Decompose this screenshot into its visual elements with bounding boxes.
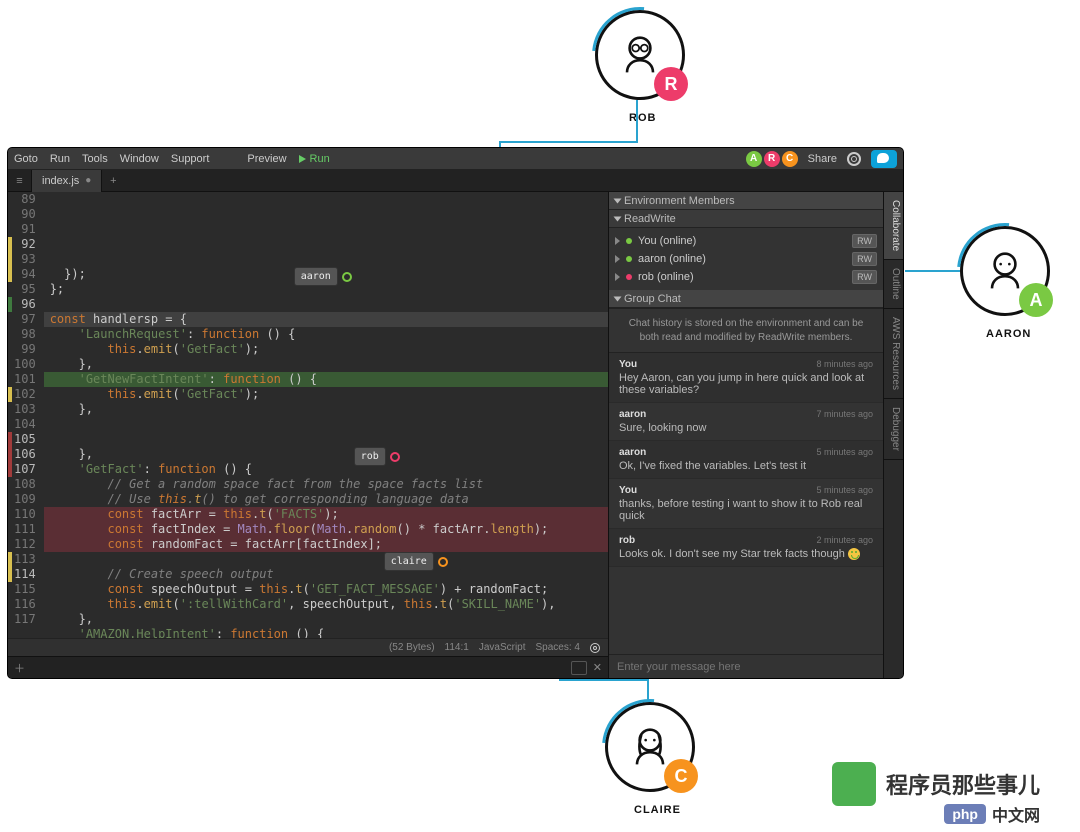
editor-status-bar: (52 Bytes) 114:1 JavaScript Spaces: 4 [8,638,608,656]
permission-badge: RW [852,234,877,248]
msg-timestamp: 5 minutes ago [816,447,873,458]
avatar-a[interactable]: A [746,151,762,167]
watermark-text: 程序员那些事儿 [886,768,1040,800]
chat-message: You 5 minutes ago thanks, before testing i… [609,479,883,529]
code-area[interactable]: aaron rob claire });};const handlersp = … [44,192,608,638]
watermark-sub: php 中文网 [944,802,1040,826]
callout-avatar-claire: C [605,702,695,792]
msg-body: Sure, looking now [619,422,873,434]
msg-timestamp: 8 minutes ago [816,359,873,370]
menubar: Goto Run Tools Window Support Preview Ru… [8,148,903,170]
chat-input-wrap [609,654,883,678]
chat-message: aaron 7 minutes ago Sure, looking now [609,403,883,441]
vtab-outline[interactable]: Outline [884,260,903,309]
menu-preview[interactable]: Preview [247,153,286,165]
chat-message: rob 2 minutes ago Looks ok. I don't see my… [609,529,883,567]
msg-body: thanks, before testing i want to show it… [619,498,873,522]
badge-letter: C [664,759,698,793]
bottom-add-button[interactable]: ＋ [14,660,25,676]
callout-label-aaron: AARON [986,328,1031,340]
smile-emoji-icon [848,548,860,560]
status-cursor-pos: 114:1 [445,642,469,653]
member-name: You (online) [638,235,696,247]
menu-goto[interactable]: Goto [14,153,38,165]
msg-author: aaron [619,409,646,420]
run-button[interactable]: Run [299,153,330,165]
menu-support[interactable]: Support [171,153,210,165]
ide-body: 8990919293949596979899100101102103104105… [8,192,903,678]
chat-input[interactable] [609,655,883,678]
watermark-cn: 中文网 [992,802,1040,826]
php-badge: php [944,804,986,824]
permission-badge: RW [852,252,877,266]
code-editor[interactable]: 8990919293949596979899100101102103104105… [8,192,608,638]
msg-author: aaron [619,447,646,458]
member-list: You (online)RWaaron (online)RWrob (onlin… [609,228,883,290]
section-group-chat[interactable]: Group Chat [609,290,883,308]
callout-label-rob: ROB [629,112,656,124]
msg-timestamp: 2 minutes ago [816,535,873,546]
tab-filename: index.js [42,175,79,187]
callout-avatar-rob: R [595,10,685,100]
chat-message: You 8 minutes ago Hey Aaron, can you jump … [609,353,883,403]
menu-window[interactable]: Window [120,153,159,165]
collab-panel: Environment Members ReadWrite You (onlin… [609,192,883,678]
panel-toggle-button[interactable] [571,661,587,675]
sidebar-toggle[interactable]: ≡ [8,170,32,191]
side-panel: Environment Members ReadWrite You (onlin… [608,192,903,678]
badge-letter: A [1019,283,1053,317]
msg-author: You [619,359,637,370]
section-readwrite[interactable]: ReadWrite [609,210,883,228]
callout-label-claire: CLAIRE [634,804,681,816]
member-row[interactable]: You (online) RW [615,232,877,250]
chat-message: aaron 5 minutes ago Ok, I've fixed the var… [609,441,883,479]
wechat-icon [832,762,876,806]
dirty-indicator-icon: ● [85,175,91,186]
run-button-label: Run [310,153,330,165]
msg-timestamp: 7 minutes ago [816,409,873,420]
member-row[interactable]: rob (online) RW [615,268,877,286]
member-name: aaron (online) [638,253,706,265]
ide-window: Goto Run Tools Window Support Preview Ru… [8,148,903,678]
msg-author: rob [619,535,635,546]
avatar-c[interactable]: C [782,151,798,167]
section-env-members[interactable]: Environment Members [609,192,883,210]
callout-avatar-aaron: A [960,226,1050,316]
msg-body: Hey Aaron, can you jump in here quick an… [619,372,873,396]
share-button[interactable]: Share [808,153,837,165]
gear-icon[interactable] [590,643,600,653]
menu-tools[interactable]: Tools [82,153,108,165]
status-bytes: (52 Bytes) [389,642,435,653]
msg-body: Looks ok. I don't see my Star trek facts… [619,548,873,560]
status-language[interactable]: JavaScript [479,642,526,653]
msg-timestamp: 5 minutes ago [816,485,873,496]
tab-bar: ≡ index.js ● + [8,170,903,192]
vertical-tabs: Collaborate Outline AWS Resources Debugg… [883,192,903,678]
editor-bottom-bar: ＋ ✕ [8,656,608,678]
msg-author: You [619,485,637,496]
vtab-collaborate[interactable]: Collaborate [884,192,903,260]
gear-icon[interactable] [847,152,861,166]
editor-column: 8990919293949596979899100101102103104105… [8,192,608,678]
avatar-r[interactable]: R [764,151,780,167]
chat-description: Chat history is stored on the environmen… [609,308,883,353]
vtab-debugger[interactable]: Debugger [884,399,903,460]
badge-letter: R [654,67,688,101]
chat-messages: You 8 minutes ago Hey Aaron, can you jump … [609,353,883,654]
status-spaces[interactable]: Spaces: 4 [536,642,580,653]
file-tab[interactable]: index.js ● [32,170,102,192]
vtab-aws-resources[interactable]: AWS Resources [884,309,903,399]
watermark: 程序员那些事儿 [832,762,1040,806]
member-name: rob (online) [638,271,694,283]
msg-body: Ok, I've fixed the variables. Let's test… [619,460,873,472]
permission-badge: RW [852,270,877,284]
collaborator-avatars: A R C [746,151,798,167]
cloud9-logo [871,150,897,168]
menu-run[interactable]: Run [50,153,70,165]
close-panel-button[interactable]: ✕ [593,661,602,675]
member-row[interactable]: aaron (online) RW [615,250,877,268]
line-gutter: 8990919293949596979899100101102103104105… [8,192,44,638]
play-icon [299,155,306,163]
tab-add-button[interactable]: + [102,175,124,187]
